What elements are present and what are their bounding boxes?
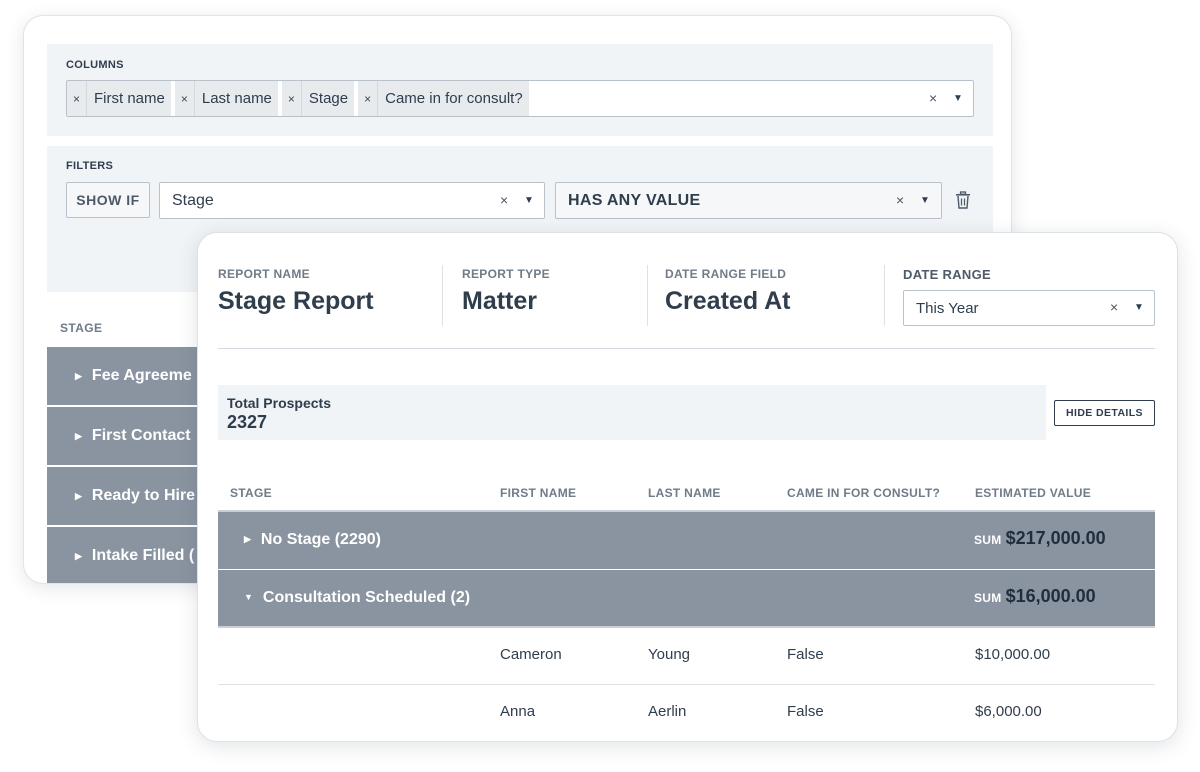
report-name: Stage Report xyxy=(218,287,374,315)
caret-right-icon: ▶ xyxy=(75,430,82,441)
remove-tag-icon[interactable]: × xyxy=(67,81,87,116)
caret-right-icon: ▶ xyxy=(75,370,82,381)
column-tag-last-name: × Last name xyxy=(174,81,278,116)
cell-last-name: Aerlin xyxy=(648,703,687,720)
header-first-name[interactable]: FIRST NAME xyxy=(500,486,576,500)
clear-icon[interactable]: × xyxy=(1110,299,1118,315)
report-name-label: REPORT NAME xyxy=(218,267,310,281)
filters-label: FILTERS xyxy=(66,160,114,172)
sum-value: $217,000.00 xyxy=(1005,528,1106,548)
divider xyxy=(884,265,885,326)
cell-first-name: Anna xyxy=(500,703,536,720)
show-if-button[interactable]: SHOW IF xyxy=(66,182,150,218)
stage-row-label: Fee Agreeme xyxy=(91,367,192,384)
chevron-down-icon[interactable]: ▼ xyxy=(920,195,930,206)
filter-condition-select[interactable]: HAS ANY VALUE × ▼ xyxy=(555,182,942,219)
trash-icon[interactable] xyxy=(955,191,971,209)
divider xyxy=(218,348,1155,349)
caret-right-icon: ▶ xyxy=(244,534,251,544)
sum-label: SUM xyxy=(974,533,1002,547)
table-row[interactable]: Cameron Young False $10,000.00 xyxy=(218,628,1155,685)
date-range-label: DATE RANGE xyxy=(903,267,991,282)
cell-estimated-value: $6,000.00 xyxy=(975,703,1042,720)
chevron-down-icon[interactable]: ▼ xyxy=(953,93,963,104)
cell-consult: False xyxy=(787,646,824,663)
clear-columns-icon[interactable]: × xyxy=(929,90,937,106)
columns-section: COLUMNS × First name × Last name × Stage… xyxy=(47,44,993,136)
divider xyxy=(442,265,443,326)
column-tag-came-in-for-consult: × Came in for consult? xyxy=(358,81,529,116)
remove-tag-icon[interactable]: × xyxy=(358,81,379,116)
caret-right-icon: ▶ xyxy=(75,490,82,501)
total-prospects-label: Total Prospects xyxy=(227,395,331,411)
chevron-down-icon[interactable]: ▼ xyxy=(1134,302,1144,313)
stage-row-label: First Contact xyxy=(91,427,191,444)
date-range-value: This Year xyxy=(916,299,979,317)
group-sum: SUM $16,000.00 xyxy=(974,586,1096,607)
date-range-select[interactable]: This Year × ▼ xyxy=(903,290,1155,326)
header-last-name[interactable]: LAST NAME xyxy=(648,486,721,500)
table-row[interactable]: Anna Aerlin False $6,000.00 xyxy=(218,685,1155,741)
column-tag-label: Last name xyxy=(201,90,272,107)
clear-icon[interactable]: × xyxy=(896,192,904,208)
total-prospects-value: 2327 xyxy=(227,412,268,432)
header-came-in-for-consult[interactable]: CAME IN FOR CONSULT? xyxy=(787,486,940,500)
cell-last-name: Young xyxy=(648,646,690,663)
date-range-field-label: DATE RANGE FIELD xyxy=(665,267,787,281)
hide-details-button[interactable]: HIDE DETAILS xyxy=(1054,400,1155,426)
remove-tag-icon[interactable]: × xyxy=(282,81,302,116)
header-stage[interactable]: STAGE xyxy=(230,486,272,500)
sum-value: $16,000.00 xyxy=(1005,586,1096,606)
date-range-field: Created At xyxy=(665,287,791,315)
filter-condition-value: HAS ANY VALUE xyxy=(568,191,701,209)
column-tag-label: Stage xyxy=(308,90,349,107)
report-card: REPORT NAME Stage Report REPORT TYPE Mat… xyxy=(197,232,1178,742)
cell-estimated-value: $10,000.00 xyxy=(975,646,1051,663)
chevron-down-icon[interactable]: ▼ xyxy=(524,195,534,206)
column-tag-first-name: × First name xyxy=(67,81,171,116)
cell-first-name: Cameron xyxy=(500,646,562,663)
stage-column-header: STAGE xyxy=(60,321,103,335)
header-estimated-value[interactable]: ESTIMATED VALUE xyxy=(975,486,1091,500)
group-row-consultation-scheduled[interactable]: ▼ Consultation Scheduled (2) SUM $16,000.0… xyxy=(218,570,1155,628)
columns-label: COLUMNS xyxy=(66,59,124,71)
group-sum: SUM $217,000.00 xyxy=(974,528,1106,549)
caret-right-icon: ▶ xyxy=(75,550,82,561)
sum-label: SUM xyxy=(974,591,1002,605)
group-title: ▼ Consultation Scheduled (2) xyxy=(244,589,470,607)
stage-row-label: Intake Filled ( xyxy=(91,547,195,564)
report-type: Matter xyxy=(462,287,538,315)
group-title-label: No Stage (2290) xyxy=(260,531,381,548)
group-title: ▶ No Stage (2290) xyxy=(244,531,381,549)
report-type-label: REPORT TYPE xyxy=(462,267,550,281)
columns-multiselect[interactable]: × First name × Last name × Stage × Came … xyxy=(66,80,974,117)
clear-icon[interactable]: × xyxy=(500,192,508,208)
group-title-label: Consultation Scheduled (2) xyxy=(262,589,471,606)
caret-down-icon: ▼ xyxy=(244,592,253,602)
column-tag-label: First name xyxy=(94,90,165,107)
total-prospects-box: Total Prospects 2327 xyxy=(218,385,1046,440)
column-tag-label: Came in for consult? xyxy=(385,90,523,107)
remove-tag-icon[interactable]: × xyxy=(175,81,195,116)
stage-row-label: Ready to Hire xyxy=(91,487,196,504)
filter-field-value: Stage xyxy=(172,191,214,209)
column-tag-stage: × Stage xyxy=(281,81,355,116)
filter-field-select[interactable]: Stage × ▼ xyxy=(159,182,545,219)
divider xyxy=(647,265,648,326)
group-row-no-stage[interactable]: ▶ No Stage (2290) SUM $217,000.00 xyxy=(218,510,1155,569)
cell-consult: False xyxy=(787,703,824,720)
